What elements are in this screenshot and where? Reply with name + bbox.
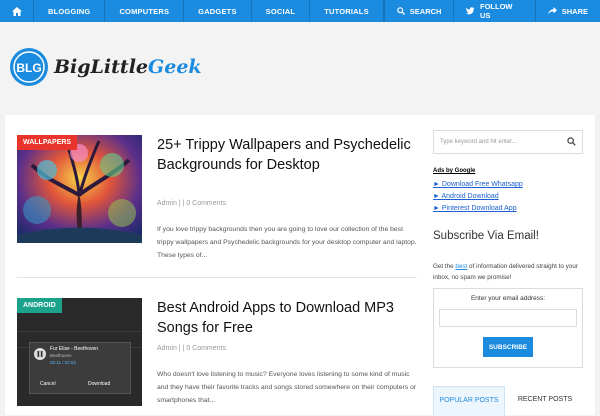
post-meta: Admin | | 0 Comments xyxy=(157,345,226,352)
post-thumbnail[interactable]: Fur Elise - Beethoven Beethoven 00:11 / … xyxy=(17,298,142,406)
dialog-download-button: Download xyxy=(88,381,111,387)
subscribe-text-a: Get the xyxy=(433,263,456,270)
psychedelic-tree-image xyxy=(17,135,142,243)
nav-share-label: SHARE xyxy=(561,6,588,16)
logo-wordmark: BigLittleGeek xyxy=(54,56,202,78)
post-divider xyxy=(17,277,417,278)
email-label: Enter your email address: xyxy=(470,295,546,302)
ad-link[interactable]: ► Pinterest Download App xyxy=(433,205,517,212)
share-icon xyxy=(547,7,557,15)
subscribe-form: Enter your email address: SUBSCRIBE xyxy=(433,288,583,368)
nav-follow-button[interactable]: FOLLOW US xyxy=(453,0,534,22)
main-content: WALLPAPERS 25+ Trippy Wallpapers and Psy… xyxy=(5,115,595,416)
post-thumbnail[interactable]: WALLPAPERS xyxy=(17,135,142,243)
dialog-cancel-button: Cancel xyxy=(40,381,56,387)
nav-follow-label: FOLLOW US xyxy=(480,2,513,20)
dialog-time: 00:11 / 02:52 xyxy=(50,360,76,365)
home-icon xyxy=(11,6,22,16)
logo-badge-text: BLG xyxy=(16,61,41,75)
subscribe-description: Get the best of information delivered st… xyxy=(433,261,583,283)
nav-search-label: SEARCH xyxy=(409,6,442,16)
ad-link[interactable]: ► Android Download xyxy=(433,193,499,200)
download-dialog: Fur Elise - Beethoven Beethoven 00:11 / … xyxy=(29,342,131,394)
site-logo[interactable]: BLG BigLittleGeek xyxy=(8,42,202,92)
post-category-tag[interactable]: ANDROID xyxy=(17,298,62,313)
nav-item-blogging[interactable]: BLOGGING xyxy=(34,0,106,22)
post-excerpt: Who doesn't love listening to music? Eve… xyxy=(157,371,417,404)
nav-search-button[interactable]: SEARCH xyxy=(383,0,454,22)
top-nav-bar: BLOGGING COMPUTERS GADGETS SOCIAL TUTORI… xyxy=(0,0,600,22)
logo-text-b: Geek xyxy=(148,56,202,78)
tab-recent-posts[interactable]: RECENT POSTS xyxy=(505,386,585,416)
pause-icon xyxy=(34,348,46,360)
subscribe-heading: Subscribe Via Email! xyxy=(433,230,539,242)
home-button[interactable] xyxy=(0,0,34,22)
post-title-link[interactable]: Best Android Apps to Download MP3 Songs … xyxy=(157,298,417,338)
ad-link[interactable]: ► Download Free Whatsapp xyxy=(433,181,523,188)
ads-by-google-label[interactable]: Ads by Google xyxy=(433,168,475,174)
email-field[interactable] xyxy=(439,309,577,327)
nav-share-button[interactable]: SHARE xyxy=(534,0,600,22)
search-icon xyxy=(396,7,405,15)
post-meta: Admin | | 0 Comments xyxy=(157,200,226,207)
posts-tabs: POPULAR POSTS RECENT POSTS xyxy=(433,386,593,416)
twitter-icon xyxy=(466,7,475,15)
screenshot-row xyxy=(17,396,142,406)
search-placeholder: Type keyword and hit enter... xyxy=(440,139,517,145)
post-excerpt: If you love trippy backgrounds then you … xyxy=(157,226,417,259)
tab-popular-posts[interactable]: POPULAR POSTS xyxy=(433,386,505,416)
nav-item-tutorials[interactable]: TUTORIALS xyxy=(310,0,384,22)
sidebar-search-input[interactable]: Type keyword and hit enter... xyxy=(433,130,583,154)
search-icon[interactable] xyxy=(567,137,576,146)
nav-item-gadgets[interactable]: GADGETS xyxy=(184,0,252,22)
subscribe-best-link[interactable]: best xyxy=(455,263,467,270)
screenshot-row xyxy=(17,316,142,332)
post-title-link[interactable]: 25+ Trippy Wallpapers and Psychedelic Ba… xyxy=(157,135,417,175)
subscribe-button[interactable]: SUBSCRIBE xyxy=(483,337,533,357)
nav-item-computers[interactable]: COMPUTERS xyxy=(105,0,185,22)
logo-badge-icon: BLG xyxy=(10,48,48,86)
post-category-tag[interactable]: WALLPAPERS xyxy=(17,135,78,150)
nav-item-social[interactable]: SOCIAL xyxy=(252,0,311,22)
android-player-screenshot: Fur Elise - Beethoven Beethoven 00:11 / … xyxy=(17,298,142,406)
logo-text-a: BigLittle xyxy=(54,56,148,78)
dialog-song: Fur Elise - Beethoven xyxy=(50,346,99,352)
dialog-artist: Beethoven xyxy=(50,353,72,358)
